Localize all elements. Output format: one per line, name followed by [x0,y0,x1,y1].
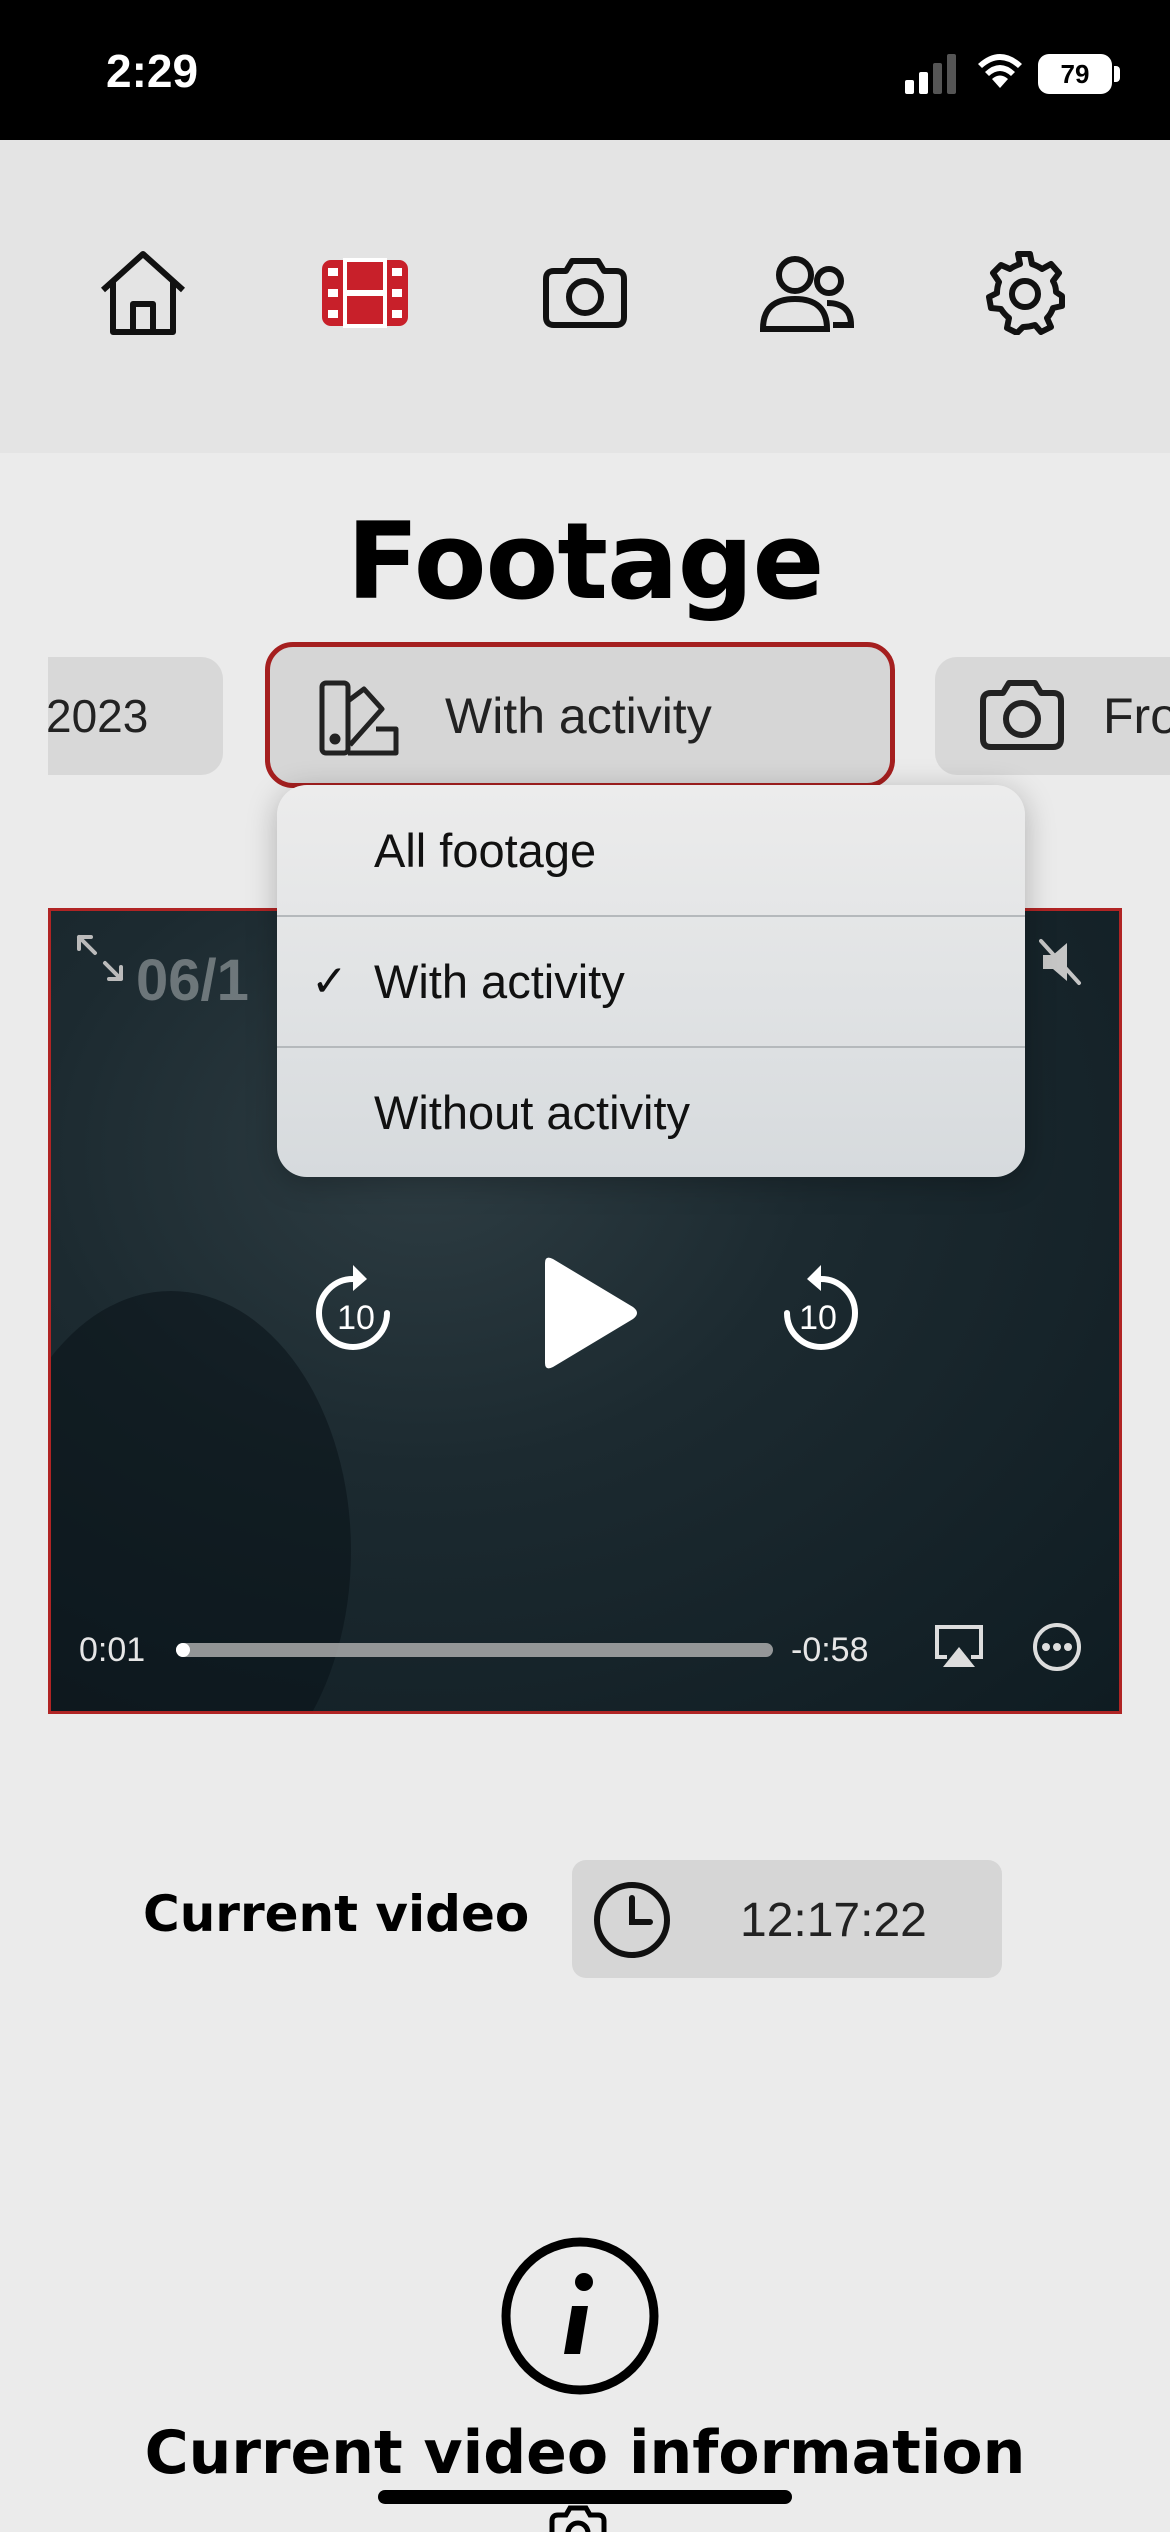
rewind-seconds-label: 10 [337,1299,375,1337]
date-filter-label: 2023 [48,690,149,742]
video-date-overlay: 06/1 [136,948,249,1013]
progress-fill [176,1643,190,1657]
checkmark-icon: ✓ [311,956,348,1007]
gear-icon[interactable] [970,238,1080,348]
airplay-icon[interactable] [933,1623,985,1675]
forward-seconds-label: 10 [799,1299,837,1337]
battery-tip [1114,66,1120,82]
camera-icon [548,2505,608,2532]
forward-10-icon[interactable]: 10 [775,1259,861,1359]
dropdown-item-with-activity[interactable]: ✓ With activity [277,916,1025,1047]
dropdown-item-label: With activity [374,955,625,1008]
activity-filter-label: With activity [445,688,712,744]
current-video-label: Current video [143,1885,530,1943]
progress-bar[interactable] [176,1643,773,1657]
page-title: Footage [346,500,825,623]
current-video-info-title: Current video information [144,2418,1026,2488]
clock-icon [592,1880,672,1964]
info-icon [500,2236,660,2400]
activity-filter-chip[interactable]: With activity [265,642,895,788]
dropdown-item-without-activity[interactable]: Without activity [277,1047,1025,1177]
more-icon[interactable] [1031,1621,1083,1677]
battery-icon: 79 [1038,54,1112,94]
dropdown-item-all-footage[interactable]: All footage [277,785,1025,916]
activity-dropdown-menu: All footage ✓ With activity Without acti… [277,785,1025,1177]
elapsed-time: 0:01 [79,1631,146,1669]
home-indicator[interactable] [378,2490,792,2504]
remaining-time: -0:58 [791,1631,869,1669]
camera-icon [977,679,1067,755]
play-icon[interactable] [531,1255,641,1375]
home-icon[interactable] [88,238,198,348]
swatch-icon [318,679,402,763]
rewind-10-icon[interactable]: 10 [313,1259,399,1359]
dropdown-item-label: All footage [374,824,597,877]
current-video-time-chip[interactable]: 12:17:22 [572,1860,1002,1978]
camera-icon[interactable] [530,238,640,348]
users-icon[interactable] [752,238,862,348]
dropdown-item-label: Without activity [374,1086,691,1139]
wifi-icon [975,50,1025,94]
camera-filter-label: Fro [1103,688,1170,744]
status-time: 2:29 [106,45,199,97]
current-video-time: 12:17:22 [740,1894,927,1947]
cellular-signal-icon [905,54,959,98]
mute-icon[interactable] [1039,937,1083,991]
film-icon[interactable] [310,238,420,348]
camera-filter-chip[interactable]: Fro [935,657,1170,775]
date-filter-chip[interactable]: 2023 [48,657,223,775]
expand-icon[interactable] [75,933,125,987]
